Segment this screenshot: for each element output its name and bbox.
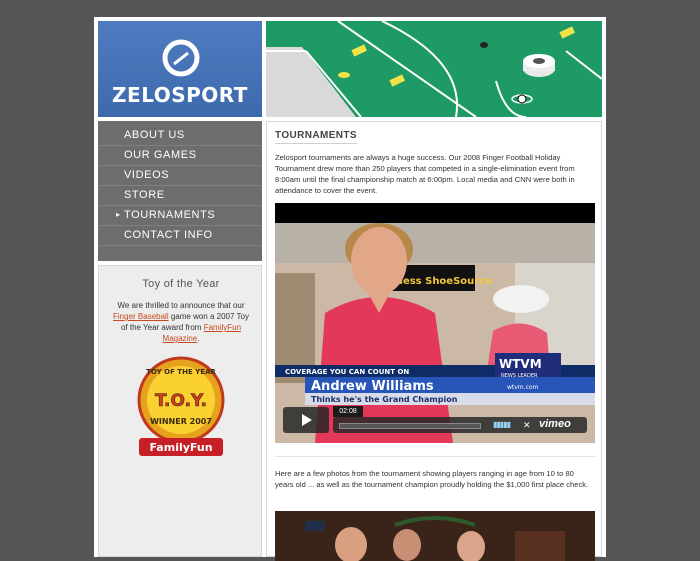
play-button[interactable] bbox=[283, 407, 329, 433]
nav-item-tournaments[interactable]: ▸ TOURNAMENTS bbox=[98, 205, 262, 226]
toy-box-text: We are thrilled to announce that our Fin… bbox=[109, 300, 253, 344]
toy-box-title: Toy of the Year bbox=[142, 278, 220, 290]
vimeo-logo[interactable]: vimeo bbox=[539, 418, 571, 430]
nav-item-label: STORE bbox=[124, 189, 165, 201]
table-field-graphic bbox=[266, 21, 602, 117]
header-banner-image bbox=[266, 21, 602, 117]
time-tooltip: 02:08 bbox=[333, 406, 363, 417]
badge-top-text: TOY OF THE YEAR bbox=[146, 368, 216, 376]
page-title: TOURNAMENTS bbox=[275, 130, 357, 144]
progress-bar[interactable] bbox=[339, 423, 481, 429]
lower-third-name: Andrew Williams bbox=[311, 379, 434, 394]
nav-item-label: ABOUT US bbox=[124, 129, 185, 141]
play-icon bbox=[302, 414, 312, 426]
nav-item-label: CONTACT INFO bbox=[124, 229, 213, 241]
video-time: 02:08 bbox=[339, 408, 357, 415]
nav-item-about-us[interactable]: ABOUT US bbox=[98, 125, 262, 146]
nav-item-videos[interactable]: VIDEOS bbox=[98, 165, 262, 186]
main-content: TOURNAMENTS Zelosport tournaments are al… bbox=[266, 121, 602, 561]
tournament-photo-image bbox=[275, 511, 595, 561]
lower-third-caption: Thinks he's the Grand Champion bbox=[311, 395, 458, 404]
page: ZELOSPORT ABOUT US OUR GAMES VIDEOS STOR… bbox=[94, 17, 606, 561]
badge-brand-text: FamilyFun bbox=[149, 441, 212, 454]
brand-name: ZELOSPORT bbox=[112, 83, 248, 107]
nav-item-label: VIDEOS bbox=[124, 169, 170, 181]
video-player[interactable]: yless ShoeSource COVERAGE YOU CAN COUNT … bbox=[275, 203, 595, 443]
tournament-photo[interactable] bbox=[275, 511, 595, 561]
badge-mid-text: T.O.Y. bbox=[155, 391, 207, 411]
volume-icon[interactable]: ▮▮▮▮▮ bbox=[493, 420, 519, 430]
station-logo-text: WTVM bbox=[499, 357, 542, 371]
fullscreen-icon[interactable]: ✕ bbox=[523, 420, 533, 430]
toy-text-3: . bbox=[197, 334, 200, 343]
nav-item-label: OUR GAMES bbox=[124, 149, 197, 161]
coverage-text: COVERAGE YOU CAN COUNT ON bbox=[285, 368, 409, 376]
toy-of-the-year-badge-icon: TOY OF THE YEAR T.O.Y. WINNER 2007 Famil… bbox=[137, 356, 225, 456]
logo[interactable]: ZELOSPORT bbox=[98, 21, 262, 117]
main-nav: ABOUT US OUR GAMES VIDEOS STORE ▸ TOURNA… bbox=[98, 121, 262, 261]
active-arrow-icon: ▸ bbox=[116, 210, 121, 219]
nav-item-label: TOURNAMENTS bbox=[124, 209, 216, 221]
video-control-bar: ▮▮▮▮▮ ✕ vimeo bbox=[333, 417, 587, 433]
station-url-text: wtvm.com bbox=[507, 384, 539, 391]
finger-baseball-link[interactable]: Finger Baseball bbox=[113, 312, 169, 321]
toy-text-1: We are thrilled to announce that our bbox=[117, 301, 245, 310]
nav-item-contact-info[interactable]: CONTACT INFO bbox=[98, 225, 262, 246]
toy-of-the-year-box: Toy of the Year We are thrilled to annou… bbox=[98, 265, 262, 557]
intro-paragraph: Zelosport tournaments are always a huge … bbox=[275, 153, 575, 195]
badge-winner-text: WINNER 2007 bbox=[150, 417, 212, 426]
zelosport-logo-icon bbox=[162, 39, 200, 77]
photos-paragraph: Here are a few photos from the tournamen… bbox=[275, 469, 589, 489]
store-sign-text: yless ShoeSource bbox=[393, 276, 492, 287]
nav-item-store[interactable]: STORE bbox=[98, 185, 262, 206]
divider bbox=[275, 456, 595, 457]
nav-item-our-games[interactable]: OUR GAMES bbox=[98, 145, 262, 166]
